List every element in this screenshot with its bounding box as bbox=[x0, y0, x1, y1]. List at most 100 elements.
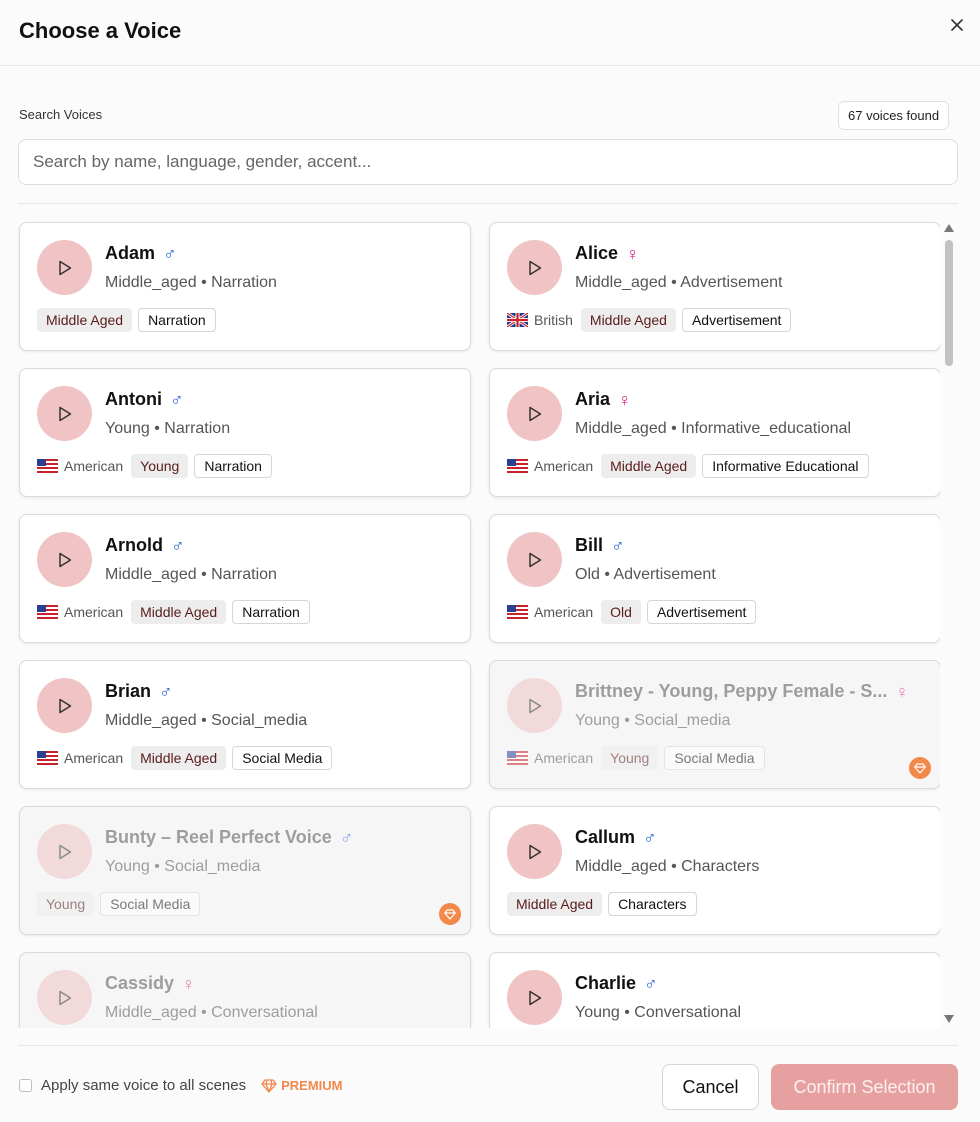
voice-name-row: Arnold ♂ bbox=[105, 535, 185, 556]
apply-all-checkbox[interactable] bbox=[19, 1079, 32, 1092]
voice-tags: American Middle Aged Social Media bbox=[37, 746, 333, 770]
cancel-button[interactable]: Cancel bbox=[662, 1064, 759, 1110]
voice-card[interactable]: Callum ♂ Middle_aged • Characters Middle Ag… bbox=[489, 806, 940, 935]
scroll-down-arrow-icon[interactable] bbox=[944, 1015, 954, 1023]
voice-description: Middle_aged • Narration bbox=[105, 274, 277, 291]
category-tag: Informative Educational bbox=[702, 454, 869, 478]
voice-card[interactable]: Brian ♂ Middle_aged • Social_media American… bbox=[19, 660, 471, 789]
category-tag: Social Media bbox=[664, 746, 765, 770]
confirm-selection-button[interactable]: Confirm Selection bbox=[771, 1064, 958, 1110]
voice-name: Charlie bbox=[575, 973, 637, 993]
premium-label: PREMIUM bbox=[261, 1078, 343, 1093]
male-icon: ♂ bbox=[169, 389, 184, 410]
category-tag: Narration bbox=[232, 600, 310, 624]
play-button[interactable] bbox=[37, 386, 92, 441]
play-button[interactable] bbox=[507, 240, 562, 295]
accent-label: American bbox=[507, 750, 593, 766]
premium-badge bbox=[439, 903, 461, 925]
us-flag-icon bbox=[37, 605, 58, 619]
play-button[interactable] bbox=[37, 970, 92, 1025]
us-flag-icon bbox=[37, 751, 58, 765]
play-button[interactable] bbox=[37, 532, 92, 587]
voice-tags: Young Social Media bbox=[37, 892, 201, 916]
voice-description: Young • Social_media bbox=[575, 712, 731, 729]
voice-card[interactable]: Cassidy ♀ Middle_aged • Conversational bbox=[19, 952, 471, 1028]
play-icon bbox=[58, 844, 71, 859]
us-flag-icon bbox=[507, 751, 528, 765]
dialog-title: Choose a Voice bbox=[19, 18, 182, 43]
voice-card[interactable]: Brittney - Young, Peppy Female - S... ♀ Yo… bbox=[489, 660, 940, 789]
us-flag-icon bbox=[37, 459, 58, 473]
uk-flag-icon bbox=[507, 313, 528, 327]
age-tag: Old bbox=[601, 600, 641, 624]
play-button[interactable] bbox=[37, 824, 92, 879]
voice-description: Middle_aged • Informative_educational bbox=[575, 420, 851, 437]
premium-text: PREMIUM bbox=[281, 1078, 343, 1093]
voice-tags: American Middle Aged Narration bbox=[37, 600, 310, 624]
voice-name-row: Brian ♂ bbox=[105, 681, 173, 702]
male-icon: ♂ bbox=[611, 535, 625, 556]
voice-name: Cassidy bbox=[105, 973, 175, 993]
voice-name: Antoni bbox=[105, 389, 162, 409]
scrollbar[interactable] bbox=[940, 222, 958, 1028]
voice-tags: American Young Social Media bbox=[507, 746, 765, 770]
voice-card[interactable]: Alice ♀ Middle_aged • Advertisement British… bbox=[489, 222, 940, 351]
voice-card[interactable]: Bill ♂ Old • Advertisement American Old Adver… bbox=[489, 514, 940, 643]
scroll-up-arrow-icon[interactable] bbox=[944, 224, 954, 232]
play-icon bbox=[528, 990, 541, 1005]
male-icon: ♂ bbox=[643, 827, 657, 848]
voice-name: Adam bbox=[105, 243, 156, 263]
us-flag-icon bbox=[507, 605, 528, 619]
footer-divider bbox=[18, 1045, 958, 1046]
play-button[interactable] bbox=[507, 678, 562, 733]
play-icon bbox=[58, 406, 71, 421]
play-button[interactable] bbox=[37, 240, 92, 295]
play-button[interactable] bbox=[507, 970, 562, 1025]
voice-card[interactable]: Arnold ♂ Middle_aged • Narration American Mi… bbox=[19, 514, 471, 643]
voice-description: Middle_aged • Conversational bbox=[105, 1004, 318, 1021]
voice-name: Arnold bbox=[105, 535, 163, 555]
play-button[interactable] bbox=[507, 386, 562, 441]
voice-name-row: Cassidy ♀ bbox=[105, 973, 196, 994]
voice-card[interactable]: Bunty – Reel Perfect Voice ♂ Young • Socia… bbox=[19, 806, 471, 935]
voice-name-row: Bill ♂ bbox=[575, 535, 625, 556]
accent-text: American bbox=[534, 458, 594, 474]
play-button[interactable] bbox=[507, 824, 562, 879]
diamond-icon bbox=[914, 762, 926, 774]
accent-label: American bbox=[37, 458, 123, 474]
female-icon: ♀ bbox=[895, 681, 909, 702]
accent-text: British bbox=[534, 312, 573, 328]
voice-tags: Middle Aged Characters bbox=[507, 892, 697, 916]
voice-card[interactable]: Charlie ♂ Young • Conversational bbox=[489, 952, 940, 1028]
voice-name-row: Callum ♂ bbox=[575, 827, 657, 848]
voice-card[interactable]: Aria ♀ Middle_aged • Informative_education… bbox=[489, 368, 940, 497]
accent-label: American bbox=[37, 750, 123, 766]
category-tag: Narration bbox=[194, 454, 272, 478]
voice-description: Middle_aged • Advertisement bbox=[575, 274, 783, 291]
close-icon bbox=[951, 19, 963, 31]
voice-description: Middle_aged • Characters bbox=[575, 858, 760, 875]
female-icon: ♀ bbox=[618, 389, 632, 410]
category-tag: Advertisement bbox=[681, 308, 792, 332]
voice-card[interactable]: Antoni ♂ Young • Narration American Young Nar… bbox=[19, 368, 471, 497]
voice-list[interactable]: Adam ♂ Middle_aged • Narration Middle Aged N… bbox=[0, 210, 940, 1028]
voice-name-row: Antoni ♂ bbox=[105, 389, 183, 410]
voice-description: Middle_aged • Narration bbox=[105, 566, 277, 583]
male-icon: ♂ bbox=[339, 827, 354, 848]
close-button[interactable] bbox=[946, 14, 968, 36]
play-icon bbox=[58, 990, 71, 1005]
scrollbar-thumb[interactable] bbox=[945, 240, 953, 366]
apply-all-label[interactable]: Apply same voice to all scenes bbox=[41, 1077, 246, 1094]
voice-name: Alice bbox=[575, 243, 619, 263]
voice-name-row: Adam ♂ bbox=[105, 243, 177, 264]
diamond-icon bbox=[261, 1078, 277, 1093]
category-tag: Characters bbox=[608, 892, 697, 916]
age-tag: Middle Aged bbox=[507, 892, 603, 916]
voice-card[interactable]: Adam ♂ Middle_aged • Narration Middle Aged N… bbox=[19, 222, 471, 351]
voice-name-row: Bunty – Reel Perfect Voice ♂ bbox=[105, 827, 353, 848]
search-input[interactable] bbox=[18, 139, 958, 185]
dialog-header: Choose a Voice bbox=[0, 0, 980, 66]
play-button[interactable] bbox=[507, 532, 562, 587]
play-icon bbox=[528, 552, 541, 567]
play-button[interactable] bbox=[37, 678, 92, 733]
